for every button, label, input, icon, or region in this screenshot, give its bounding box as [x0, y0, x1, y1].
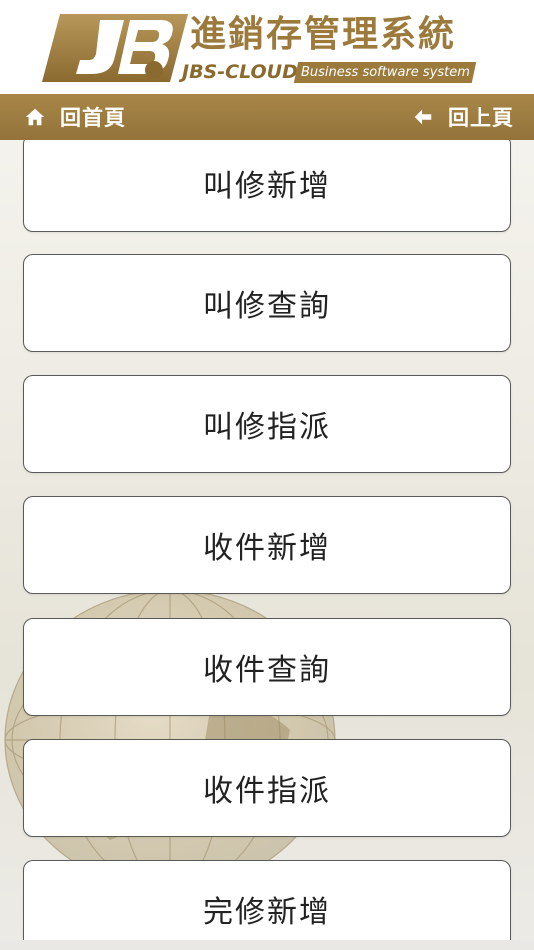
- menu-button-receive-query[interactable]: 收件查詢: [23, 618, 511, 716]
- menu-button-repair-query[interactable]: 叫修查詢: [23, 254, 511, 352]
- back-label: 回上頁: [448, 106, 514, 130]
- menu-button-repair-assign[interactable]: 叫修指派: [23, 375, 511, 473]
- menu-button-complete-add[interactable]: 完修新增: [23, 860, 511, 940]
- back-button[interactable]: 回上頁: [412, 94, 514, 140]
- menu-button-receive-assign[interactable]: 收件指派: [23, 739, 511, 837]
- app-title: 進銷存管理系統: [190, 14, 457, 55]
- menu-button-receive-add[interactable]: 收件新增: [23, 496, 511, 594]
- menu-button-repair-add[interactable]: 叫修新增: [23, 140, 511, 232]
- nav-bar: 回首頁 回上頁: [0, 94, 534, 140]
- menu-list: 叫修新增 叫修查詢 叫修指派 收件新增 收件查詢 收件指派 完修新增: [0, 140, 534, 940]
- home-button[interactable]: 回首頁: [24, 94, 126, 140]
- home-icon: [25, 108, 45, 126]
- brand-tagline: Business software system: [293, 62, 477, 83]
- brand-cloud-text: JBS-CLOUD: [182, 61, 298, 83]
- bottom-strip: [0, 940, 534, 950]
- brand-tagline-text: Business software system: [300, 65, 470, 80]
- jbs-logo-icon: [42, 14, 188, 82]
- app-header: 進銷存管理系統 JBS-CLOUD Business software syst…: [0, 0, 534, 94]
- home-label: 回首頁: [60, 106, 126, 130]
- arrow-left-icon: [414, 109, 432, 125]
